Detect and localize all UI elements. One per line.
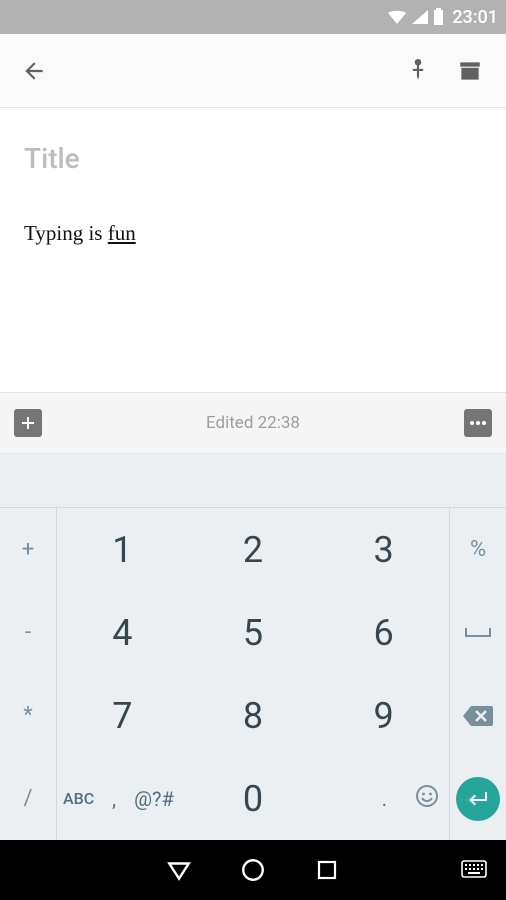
pin-button[interactable]	[392, 47, 444, 95]
back-button[interactable]	[10, 47, 58, 95]
key-asterisk[interactable]: *	[0, 674, 56, 757]
status-bar: 23:01	[0, 0, 506, 34]
archive-button[interactable]	[444, 47, 496, 95]
nav-back-button[interactable]	[155, 846, 203, 894]
key-6[interactable]: 6	[318, 591, 449, 674]
cell-signal-icon	[411, 9, 429, 25]
note-editor[interactable]: Title Typing is fun	[0, 108, 506, 392]
app-bar	[0, 34, 506, 108]
nav-recent-button[interactable]	[303, 846, 351, 894]
key-plus[interactable]: +	[0, 508, 56, 591]
key-enter[interactable]	[450, 757, 506, 840]
body-text-underline: fun	[108, 221, 136, 245]
key-2[interactable]: 2	[188, 508, 319, 591]
soft-keyboard: + 1 2 3 % - 4 5 6 * 7 8 9 / AB	[0, 454, 506, 840]
battery-icon	[433, 8, 444, 26]
edited-label: Edited 22:38	[42, 413, 464, 433]
key-0[interactable]: 0	[188, 757, 319, 840]
key-mode-abc[interactable]: ABC	[63, 789, 94, 808]
more-button[interactable]	[464, 409, 492, 437]
key-comma[interactable]: ,	[112, 787, 116, 811]
nav-keyboard-icon[interactable]	[454, 846, 494, 894]
body-text: Typing is	[24, 221, 108, 245]
android-nav-bar	[0, 840, 506, 900]
key-8[interactable]: 8	[188, 674, 319, 757]
add-button[interactable]	[14, 409, 42, 437]
key-1[interactable]: 1	[57, 508, 188, 591]
suggestion-strip[interactable]	[0, 454, 506, 508]
wifi-icon	[387, 9, 407, 25]
emoji-icon[interactable]	[415, 784, 439, 813]
key-dot[interactable]: .	[382, 787, 387, 811]
body-field[interactable]: Typing is fun	[24, 221, 482, 246]
key-9[interactable]: 9	[318, 674, 449, 757]
key-symbols[interactable]: @?#	[134, 787, 174, 811]
key-space[interactable]	[450, 591, 506, 674]
key-minus[interactable]: -	[0, 591, 56, 674]
title-field[interactable]: Title	[24, 142, 482, 175]
key-3[interactable]: 3	[318, 508, 449, 591]
status-time: 23:01	[452, 7, 498, 28]
key-percent[interactable]: %	[450, 508, 506, 591]
nav-home-button[interactable]	[229, 846, 277, 894]
key-backspace[interactable]	[450, 674, 506, 757]
key-7[interactable]: 7	[57, 674, 188, 757]
key-4[interactable]: 4	[57, 591, 188, 674]
key-5[interactable]: 5	[188, 591, 319, 674]
note-footer: Edited 22:38	[0, 392, 506, 454]
